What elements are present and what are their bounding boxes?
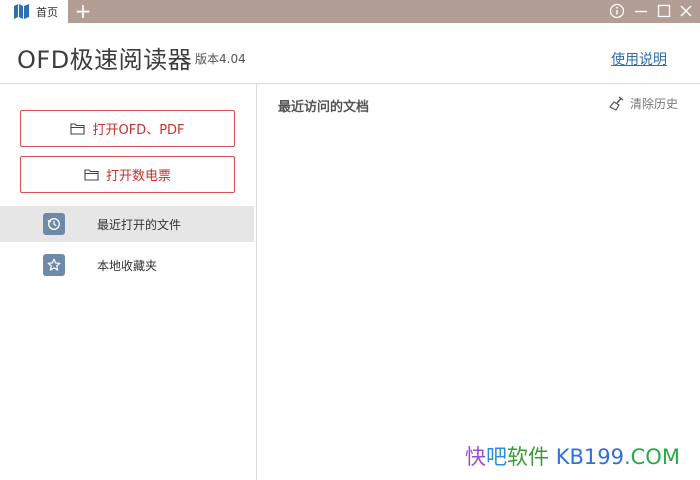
tab-home[interactable]: 首页	[0, 0, 68, 23]
open-ofd-pdf-label: 打开OFD、PDF	[92, 123, 185, 138]
sidebar-item-label: 最近打开的文件	[97, 218, 182, 232]
sidebar-item-label: 本地收藏夹	[97, 259, 158, 273]
app-version: 版本4.04	[195, 52, 246, 66]
open-ofd-pdf-button[interactable]: 打开OFD、PDF	[20, 110, 235, 147]
sidebar-item-local-favorites[interactable]: 本地收藏夹	[0, 247, 254, 283]
open-invoice-button[interactable]: 打开数电票	[20, 156, 235, 193]
folder-icon	[70, 123, 86, 135]
help-link[interactable]: 使用说明	[611, 49, 667, 69]
close-icon[interactable]	[678, 3, 694, 19]
star-icon	[43, 254, 65, 276]
sidebar-item-recent-files[interactable]: 最近打开的文件	[0, 206, 254, 242]
clear-history-label: 清除历史	[630, 96, 679, 111]
minimize-icon[interactable]	[633, 3, 649, 19]
app-title: OFD极速阅读器	[17, 46, 193, 74]
title-bar: 首页 +	[0, 0, 700, 23]
folder-icon	[84, 169, 99, 181]
recent-documents-title: 最近访问的文档	[278, 100, 370, 115]
broom-icon	[609, 95, 624, 111]
history-icon	[43, 213, 65, 235]
watermark: 快吧软件 KB199.COM	[465, 445, 680, 469]
app-header: OFD极速阅读器 版本4.04 使用说明	[0, 23, 700, 84]
info-icon[interactable]	[609, 3, 625, 19]
maximize-icon[interactable]	[656, 3, 672, 19]
clear-history-button[interactable]: 清除历史	[609, 94, 678, 112]
map-icon	[14, 4, 29, 19]
open-invoice-label: 打开数电票	[105, 169, 171, 184]
add-tab-button[interactable]: +	[74, 1, 92, 21]
sidebar: 打开OFD、PDF 打开数电票 最近打开的文件 本地收藏夹	[0, 84, 257, 480]
tab-home-label: 首页	[36, 6, 58, 19]
